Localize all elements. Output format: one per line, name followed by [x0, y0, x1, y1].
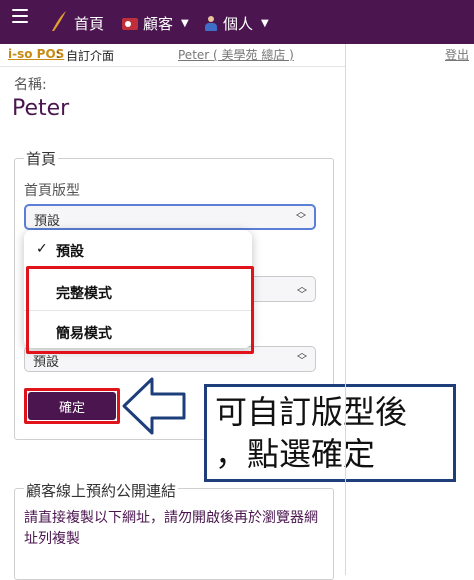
top-navbar: 首頁 顧客 ▼ 個人 ▼ [0, 0, 474, 44]
booking-section-legend: 顧客線上預約公開連結 [24, 480, 179, 501]
home-layout-select[interactable]: 預設 ︿ ﹀ [24, 204, 316, 230]
nav-personal[interactable]: 個人 ▼ [204, 13, 269, 34]
customers-icon [122, 17, 138, 30]
annotation-line-1: 可自訂版型後 [215, 393, 408, 431]
divider [0, 66, 345, 67]
user-store-link[interactable]: Peter ( 美學苑 總店 ) [178, 46, 294, 63]
name-label: 名稱: [14, 77, 47, 93]
logo-icon [52, 11, 66, 31]
select-chevron-icon: ︿ ﹀ [297, 282, 307, 301]
name-value: Peter [12, 96, 70, 121]
nav-customers-label: 顧客 [143, 15, 174, 33]
layout-select-3-value: 預設 [33, 355, 60, 370]
nav-home-label: 首頁 [74, 15, 105, 33]
breadcrumb: i-so POS : 自訂介面 Peter ( 美學苑 總店 ) 登出 [0, 44, 474, 64]
booking-note: 請直接複製以下網址，請勿開啟後再於瀏覽器網址列複製 [24, 510, 318, 547]
breadcrumb-current-page: 自訂介面 [66, 49, 115, 63]
arrow-left-icon [122, 377, 186, 435]
menu-icon[interactable] [12, 9, 28, 27]
nav-home[interactable]: 首頁 [74, 13, 104, 34]
home-layout-selected: 預設 [34, 214, 61, 229]
annotation-callout: 可自訂版型後 ，點選確定 [204, 384, 456, 482]
brand-logo[interactable] [50, 10, 68, 32]
select-chevron-icon: ︿ ﹀ [296, 207, 306, 226]
home-layout-label: 首頁版型 [24, 183, 80, 199]
annotation-line-2: ，點選確定 [215, 435, 376, 473]
caret-down-icon: ▼ [181, 18, 189, 29]
checkmark-icon: ✓ [36, 241, 48, 257]
nav-customers[interactable]: 顧客 ▼ [122, 13, 189, 34]
nav-personal-label: 個人 [223, 15, 254, 33]
highlight-box-options [26, 266, 254, 354]
option-default-label: 預設 [56, 244, 84, 260]
caret-down-icon: ▼ [261, 18, 269, 29]
option-default[interactable]: ✓ 預設 [24, 232, 252, 268]
home-section-legend: 首頁 [24, 148, 59, 169]
person-icon [204, 15, 218, 32]
select-chevron-icon: ︿ ﹀ [297, 348, 307, 367]
breadcrumb-separator: : [56, 47, 61, 61]
logout-link[interactable]: 登出 [445, 46, 469, 63]
highlight-box-confirm [24, 388, 120, 424]
panel-edge [345, 44, 346, 575]
